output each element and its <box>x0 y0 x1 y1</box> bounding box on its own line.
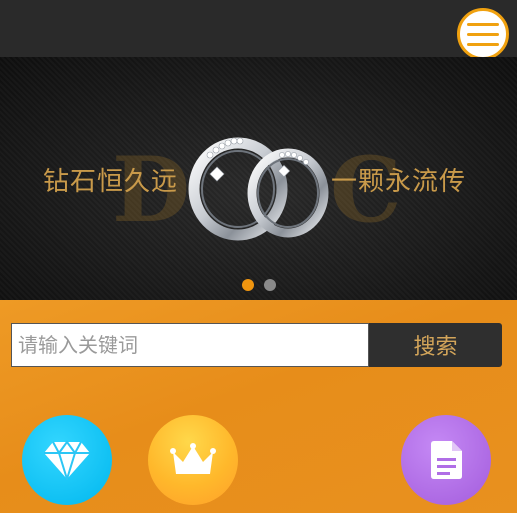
quick-link-crown[interactable] <box>148 415 238 505</box>
document-icon <box>431 441 462 479</box>
carousel-indicators <box>0 279 517 291</box>
quick-link-document[interactable] <box>401 415 491 505</box>
banner-carousel[interactable]: D C 钻石恒久远 一颗永流传 <box>0 57 517 300</box>
search-button[interactable]: 搜索 <box>369 323 502 367</box>
top-bar <box>0 0 517 57</box>
carousel-dot[interactable] <box>263 279 276 291</box>
menu-line <box>467 42 499 46</box>
diamond-icon <box>44 440 90 480</box>
menu-line <box>467 22 499 26</box>
search-input[interactable] <box>11 323 369 367</box>
rings-image <box>180 117 340 247</box>
banner-slogan-right: 一颗永流传 <box>331 167 467 197</box>
menu-line <box>467 32 499 36</box>
menu-button[interactable] <box>457 8 509 60</box>
rings-icon <box>188 137 329 241</box>
carousel-dot-active[interactable] <box>241 279 254 291</box>
quick-link-diamond[interactable] <box>22 415 112 505</box>
crown-icon <box>170 443 216 474</box>
banner-slogan-left: 钻石恒久远 <box>43 167 179 197</box>
